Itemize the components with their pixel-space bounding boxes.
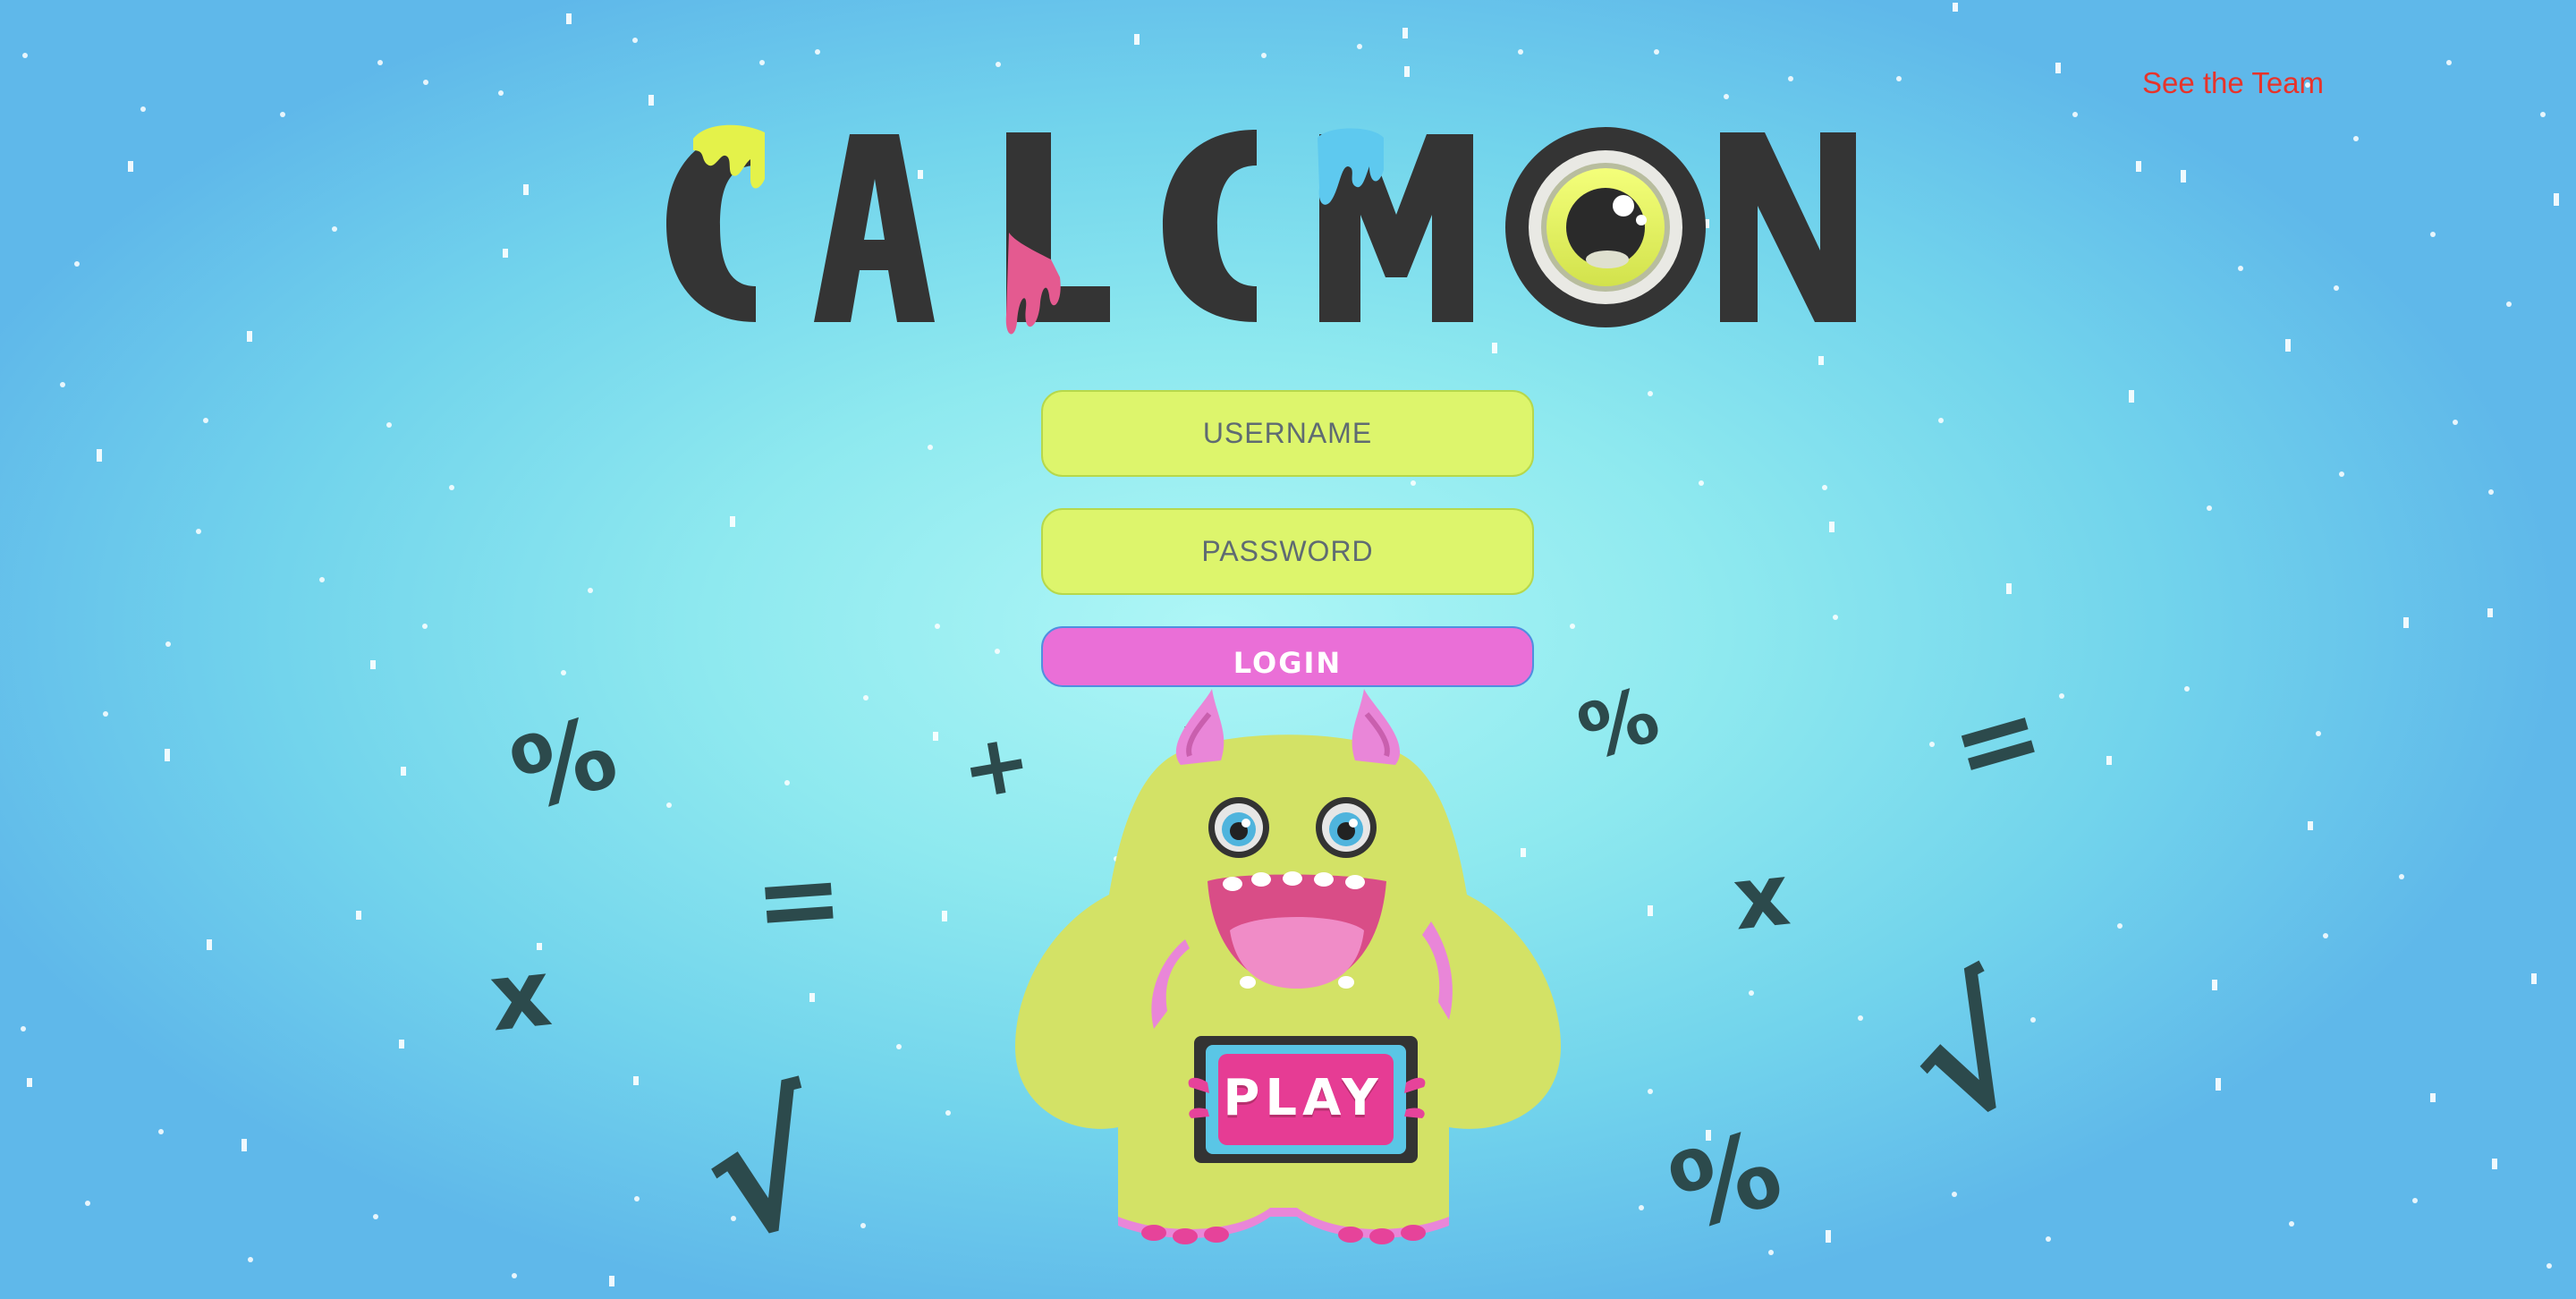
multiply-symbol: x [485,938,555,1052]
percent-symbol: % [498,693,630,835]
percent-symbol-right: % [1568,670,1669,779]
see-the-team-link[interactable]: See the Team [2142,66,2324,100]
play-label: PLAY [1223,1069,1384,1127]
equals-symbol-right: = [1937,669,2056,812]
password-input[interactable] [1041,508,1534,595]
sqrt-symbol-right: √ [1877,948,2061,1164]
monster-mascot [1015,689,1561,1244]
percent-symbol-bottom: % [1657,1106,1795,1256]
multiply-symbol-right: x [1729,845,1794,950]
username-input[interactable] [1041,390,1534,477]
login-button[interactable]: LOGIN [1041,626,1534,687]
play-button[interactable]: PLAY [1208,1047,1399,1150]
equals-symbol: = [750,835,847,964]
sqrt-symbol-left: √ [684,1061,843,1280]
calcmon-logo [666,124,1856,335]
